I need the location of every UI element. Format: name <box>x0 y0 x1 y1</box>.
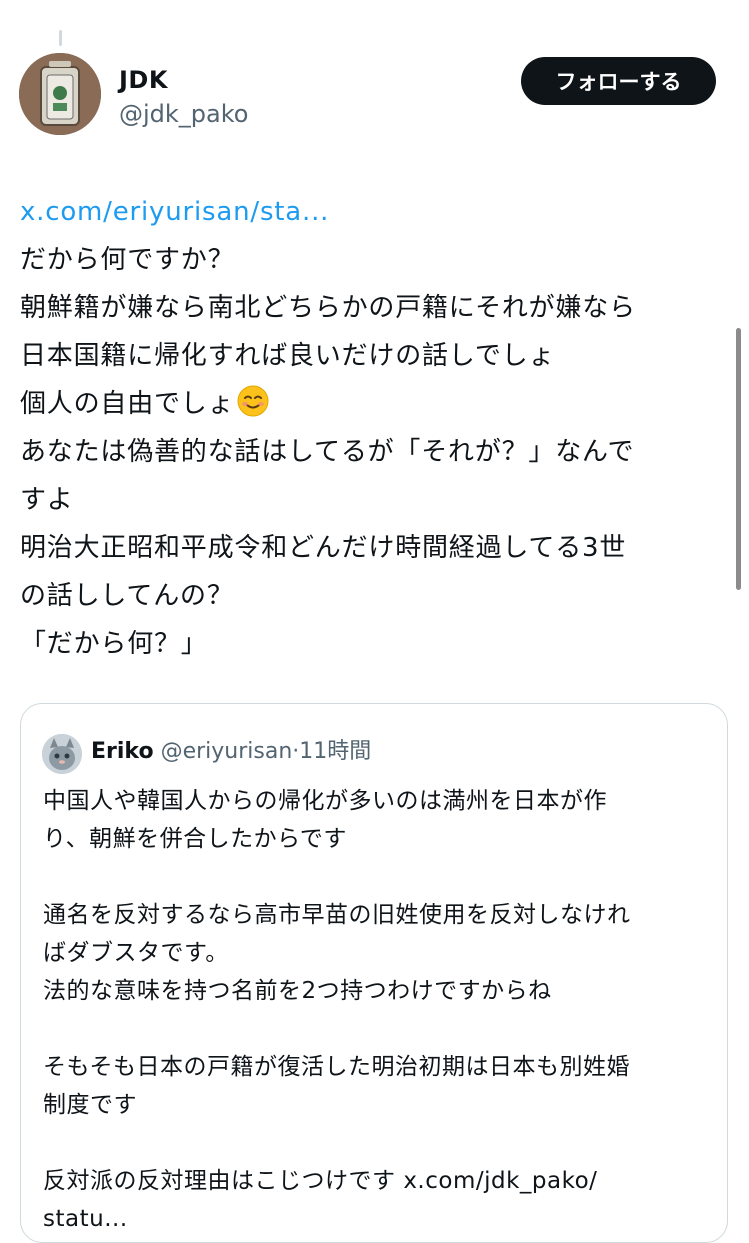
quote-line: 中国人や韓国人からの帰化が多いのは満州を日本が作 <box>43 788 607 814</box>
quote-line: り、朝鮮を併合したからです <box>43 826 347 852</box>
post-line: だから何ですか？ <box>20 245 235 275</box>
post-line: すよ <box>20 485 74 515</box>
post-line: 個人の自由でしょ <box>20 389 235 419</box>
quote-line: そもそも日本の戸籍が復活した明治初期は日本も別姓婚 <box>43 1054 631 1080</box>
quote-line: 通名を反対するなら高市早苗の旧姓使用を反対しなけれ <box>43 902 631 928</box>
quoted-post-card[interactable]: Eriko @eriyurisan·11時間 中国人や韓国人からの帰化が多いのは… <box>20 703 728 1243</box>
post-line: の話ししてんの？ <box>20 581 234 611</box>
post-link[interactable]: x.com/eriyurisan/sta... <box>20 197 329 227</box>
quote-line-with-link: 反対派の反対理由はこじつけです x.com/jdk_pako/ <box>43 1162 713 1200</box>
post-line-with-emoji: 個人の自由でしょ <box>20 380 720 428</box>
author-avatar[interactable] <box>19 53 101 135</box>
post-line: 日本国籍に帰化すれば良いだけの話しでしょ <box>20 341 556 371</box>
author-name[interactable]: JDK <box>119 66 168 94</box>
quote-line: 制度です <box>43 1092 137 1118</box>
follow-button[interactable]: フォローする <box>521 57 716 105</box>
quote-timestamp[interactable]: 11時間 <box>299 739 371 764</box>
quote-blank-line <box>43 1010 713 1048</box>
author-handle[interactable]: @jdk_pako <box>119 100 248 128</box>
quote-line: ばダブスタです。 <box>43 940 229 966</box>
quote-author-handle[interactable]: @eriyurisan <box>161 739 293 764</box>
quote-text: 中国人や韓国人からの帰化が多いのは満州を日本が作 り、朝鮮を併合したからです 通… <box>43 782 713 1238</box>
smiling-face-emoji-icon <box>236 384 270 418</box>
quote-link-continued[interactable]: statu... <box>43 1206 128 1232</box>
post-line: 明治大正昭和平成令和どんだけ時間経過してる3世 <box>20 533 627 563</box>
quote-line: 反対派の反対理由はこじつけです <box>43 1168 396 1194</box>
thread-connector-line <box>59 30 62 46</box>
quote-link[interactable]: x.com/jdk_pako/ <box>403 1168 597 1194</box>
quote-author-name[interactable]: Eriko <box>91 739 154 764</box>
quote-line: 法的な意味を持つ名前を2つ持つわけですからね <box>43 978 552 1004</box>
quote-blank-line <box>43 1124 713 1162</box>
scrollbar[interactable] <box>736 328 741 590</box>
post-line: 朝鮮籍が嫌なら南北どちらかの戸籍にそれが嫌なら <box>20 293 636 323</box>
post-line: 「だから何？」 <box>20 629 208 659</box>
quote-author-avatar[interactable] <box>42 734 82 774</box>
quote-blank-line <box>43 858 713 896</box>
post-text: x.com/eriyurisan/sta... だから何ですか？ 朝鮮籍が嫌なら… <box>20 188 720 668</box>
post-line: あなたは偽善的な話はしてるが「それが？」なんで <box>20 437 635 467</box>
quote-header: Eriko @eriyurisan·11時間 <box>91 736 371 768</box>
